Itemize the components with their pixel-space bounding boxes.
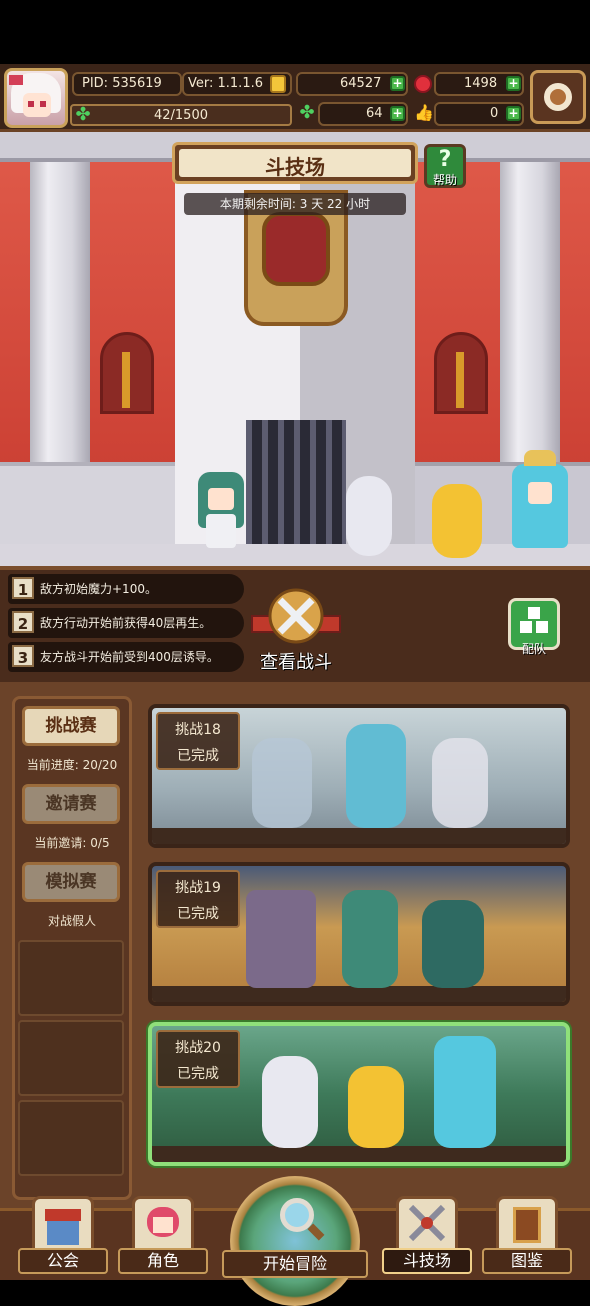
thumbs-up-icon: 👍	[414, 103, 434, 122]
start-adventure-button[interactable]: 开始冒险	[222, 1176, 368, 1306]
add-gem-button[interactable]: +	[506, 76, 521, 91]
challenge-progress: 当前进度: 20/20	[26, 758, 118, 772]
team-label: 配队	[521, 642, 546, 656]
settings-button[interactable]	[530, 70, 586, 124]
time-remaining: 本期剩余时间: 3 天 22 小时	[184, 193, 406, 215]
empty-slot	[18, 940, 124, 1016]
gem-box: 1498 +	[434, 72, 524, 96]
card-label: 挑战20 已完成	[156, 1030, 240, 1088]
status-bar	[0, 0, 590, 64]
invite-count: 当前邀请: 0/5	[34, 836, 110, 850]
character-mermaid	[508, 444, 572, 562]
nav-guild[interactable]: 公会	[18, 1196, 108, 1276]
challenge-card-18[interactable]: 挑战18 已完成	[148, 704, 570, 848]
challenge-card-19[interactable]: 挑战19 已完成	[148, 862, 570, 1006]
gold-box: 64527 +	[296, 72, 408, 96]
nav-arena[interactable]: 斗技场	[382, 1196, 472, 1276]
like-value: 0	[490, 106, 499, 121]
character-ghost	[340, 468, 400, 560]
pid-box: PID: 535619	[72, 72, 182, 96]
page-title: 斗技场	[265, 155, 325, 179]
challenge-card-20[interactable]: 挑战20 已完成	[148, 1022, 570, 1166]
xp-text: 42/1500	[153, 108, 208, 123]
gold-value: 64527	[340, 76, 382, 91]
empty-slot	[18, 1100, 124, 1176]
card-label: 挑战19 已完成	[156, 870, 240, 928]
help-label: 帮助	[432, 173, 457, 187]
clover-icon: ✤	[299, 102, 315, 123]
crossed-swords-icon[interactable]	[250, 582, 342, 652]
version-text: Ver: 1.1.1.6	[188, 76, 263, 91]
book-icon	[496, 1196, 558, 1252]
clover-value: 64	[366, 106, 383, 121]
team-icon	[520, 607, 548, 633]
avatar[interactable]	[4, 68, 68, 128]
clover-box: 64 +	[318, 102, 408, 126]
tab-challenge[interactable]: 挑战赛	[22, 706, 120, 746]
gear-icon	[544, 83, 572, 111]
arena-title-banner: 斗技场	[172, 142, 418, 184]
xp-bar: ✤ 42/1500	[70, 104, 292, 126]
character-icon	[132, 1196, 194, 1252]
pid-text: PID: 535619	[82, 76, 162, 91]
card-label: 挑战18 已完成	[156, 712, 240, 770]
guild-hall-icon	[32, 1196, 94, 1252]
rule-item: 3 友方战斗开始前受到400层诱导。	[8, 642, 244, 672]
nav-codex[interactable]: 图鉴	[482, 1196, 572, 1276]
rule-item: 1 敌方初始魔力+100。	[8, 574, 244, 604]
add-like-button[interactable]: +	[506, 106, 521, 121]
gem-value: 1498	[464, 76, 498, 91]
tab-invite[interactable]: 邀请赛	[22, 784, 120, 824]
crossed-swords-icon	[396, 1196, 458, 1252]
question-icon: ?	[438, 147, 452, 172]
simulate-desc: 对战假人	[47, 914, 96, 928]
empty-slot	[18, 1020, 124, 1096]
rule-item: 2 敌方行动开始前获得40层再生。	[8, 608, 244, 638]
tab-simulate[interactable]: 模拟赛	[22, 862, 120, 902]
add-gold-button[interactable]: +	[390, 76, 405, 91]
apple-icon	[414, 75, 432, 93]
coin-icon	[270, 75, 286, 93]
nav-character[interactable]: 角色	[118, 1196, 208, 1276]
view-battle-button[interactable]: 查看战斗	[238, 648, 354, 674]
add-clover-button[interactable]: +	[390, 106, 405, 121]
character-golden-lion	[428, 478, 488, 562]
like-box: 0 +	[434, 102, 524, 126]
version-box: Ver: 1.1.1.6	[182, 72, 292, 96]
character-bunny-girl	[192, 462, 252, 552]
